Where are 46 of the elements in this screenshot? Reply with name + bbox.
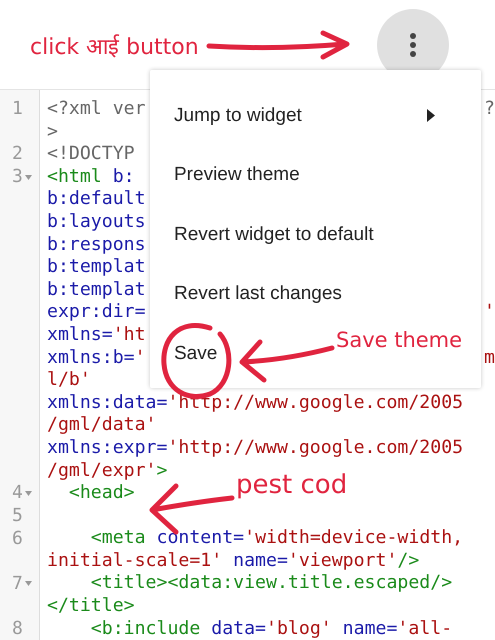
code-line: <!DOCTYP — [47, 143, 135, 166]
menu-item[interactable]: Preview theme — [150, 146, 481, 205]
annotation-text: pest cod — [236, 470, 348, 500]
code-line: xmlns:data='http://www.google.com/2005 — [47, 392, 464, 414]
fold-icon[interactable] — [24, 490, 32, 496]
code-line: xmlns='ht — [47, 324, 146, 347]
code-line: b:default — [47, 188, 146, 211]
code-fragment: ' — [484, 301, 495, 324]
code-line: expr:dir= — [47, 301, 146, 324]
line-number: 2 — [12, 143, 23, 166]
line-number: 3 — [12, 166, 23, 188]
submenu-arrow-icon — [427, 109, 435, 122]
code-line: b:templat — [47, 278, 146, 302]
fold-icon[interactable] — [24, 174, 32, 180]
annotation-text: click आई button — [30, 33, 199, 60]
code-line: l/b' — [47, 369, 91, 392]
code-line: > — [47, 120, 58, 144]
code-line: <html b: — [47, 166, 135, 188]
code-fragment: ? — [484, 98, 495, 121]
code-line: xmlns:expr='http://www.google.com/2005 — [47, 436, 464, 460]
code-line: /gml/data' — [47, 414, 156, 437]
more-vertical-icon — [409, 32, 417, 58]
line-number: 7 — [12, 572, 23, 595]
code-line: <?xml ver — [47, 98, 146, 121]
code-line: <b:include data='blog' name='all- — [90, 618, 452, 640]
menu-item[interactable]: Revert last changes — [150, 264, 481, 324]
line-number: 1 — [12, 98, 23, 120]
code-line: initial-scale=1' name='viewport'/> — [47, 550, 420, 572]
line-number: 8 — [12, 618, 23, 640]
menu-item[interactable]: Revert widget to default — [150, 205, 481, 264]
menu-item[interactable]: Jump to widget — [150, 86, 481, 146]
code-line: b:respons — [47, 234, 146, 256]
line-number: 4 — [12, 482, 23, 504]
annotation-text: Save theme — [336, 328, 462, 352]
code-line: </title> — [47, 595, 135, 618]
code-line: /gml/expr'> — [47, 460, 168, 482]
code-line: <title><data:view.title.escaped/> — [90, 572, 452, 596]
line-number: 6 — [12, 528, 23, 550]
fold-icon[interactable] — [24, 581, 32, 586]
code-line: xmlns:b=' — [47, 346, 146, 370]
code-fragment: m — [484, 346, 495, 370]
code-line: <meta content='width=device-width, — [90, 527, 464, 550]
line-number: 5 — [12, 504, 23, 527]
code-line: <head> — [68, 482, 135, 505]
code-line: b:templat — [47, 256, 146, 279]
code-line: b:layouts — [47, 210, 146, 234]
